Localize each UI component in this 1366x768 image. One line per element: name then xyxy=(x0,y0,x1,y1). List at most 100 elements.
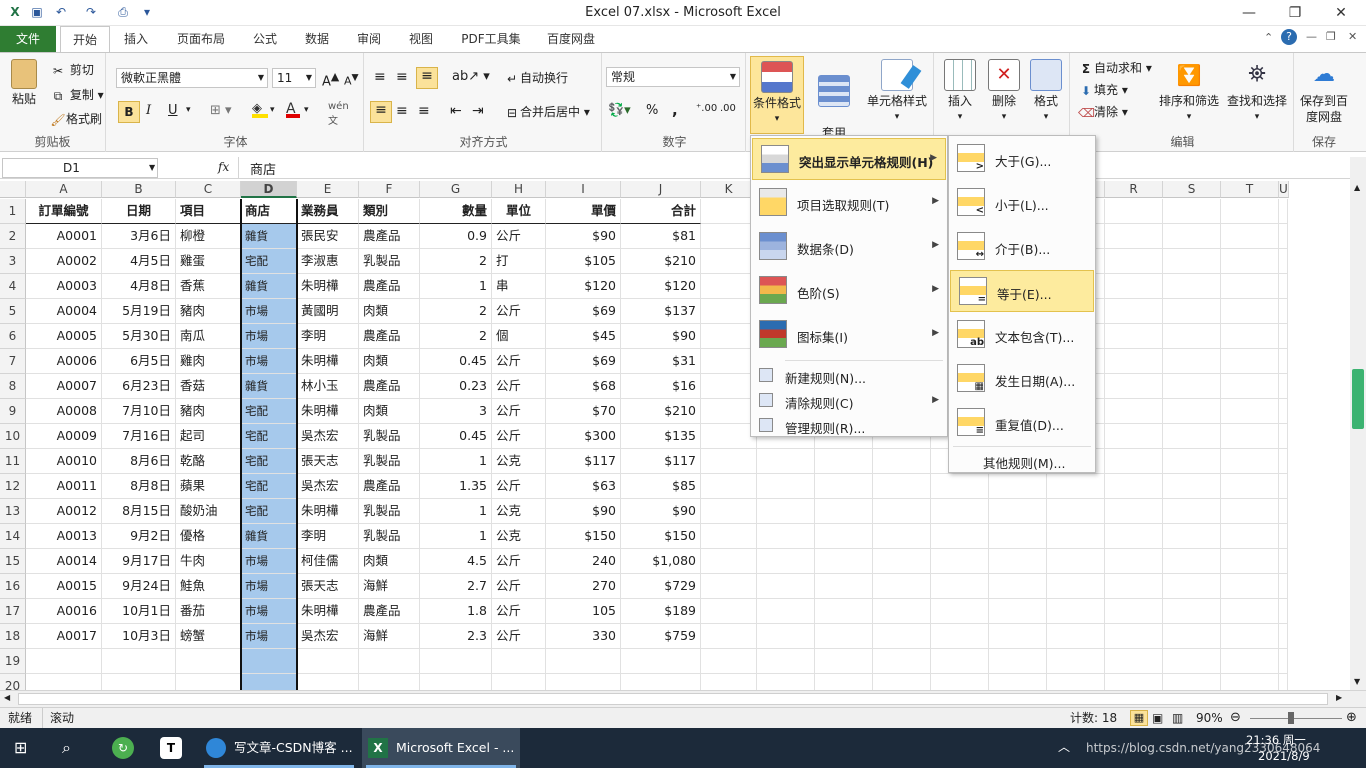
empty-cell[interactable] xyxy=(1047,474,1105,499)
data-cell[interactable]: 宅配 xyxy=(241,474,297,499)
empty-cell[interactable] xyxy=(1105,349,1163,374)
tab-data[interactable]: 数据 xyxy=(298,26,336,52)
clear-button[interactable]: ⌫清除 ▾ xyxy=(1078,103,1128,121)
empty-cell[interactable] xyxy=(931,524,989,549)
empty-cell[interactable] xyxy=(815,549,873,574)
horizontal-scroll-thumb[interactable] xyxy=(18,693,1328,705)
empty-cell[interactable] xyxy=(1221,549,1279,574)
empty-cell[interactable] xyxy=(873,549,931,574)
app-t-icon[interactable]: T xyxy=(160,737,182,759)
font-size-combo[interactable]: 11 ▼ xyxy=(272,68,316,88)
align-top-icon[interactable]: ≡ xyxy=(374,69,386,85)
scroll-up-icon[interactable]: ▲ xyxy=(1354,183,1360,192)
data-cell[interactable]: $189 xyxy=(621,599,701,624)
empty-cell[interactable] xyxy=(1047,599,1105,624)
data-cell[interactable]: A0005 xyxy=(26,324,102,349)
empty-cell[interactable] xyxy=(1279,574,1288,599)
data-cell[interactable]: 優格 xyxy=(176,524,241,549)
data-cell[interactable]: 農產品 xyxy=(359,474,420,499)
empty-cell[interactable] xyxy=(1163,424,1221,449)
data-cell[interactable]: 張天志 xyxy=(297,574,359,599)
data-cell[interactable]: 張天志 xyxy=(297,449,359,474)
data-cell[interactable]: $90 xyxy=(621,499,701,524)
find-select-button[interactable]: ⛯ 查找和选择 ▾ xyxy=(1224,59,1290,125)
column-header-k[interactable]: K xyxy=(701,181,757,198)
data-cell[interactable]: 雜貨 xyxy=(241,274,297,299)
empty-cell[interactable] xyxy=(546,649,621,674)
fill-button[interactable]: ⬇ 填充 ▾ xyxy=(1078,81,1128,99)
merge-center-button[interactable]: ⊟ 合并后居中 ▾ xyxy=(504,103,590,121)
empty-cell[interactable] xyxy=(873,474,931,499)
data-cell[interactable]: 農產品 xyxy=(359,324,420,349)
empty-cell[interactable] xyxy=(1279,249,1288,274)
taskbar-excel[interactable]: X Microsoft Excel - ... xyxy=(362,728,520,768)
data-cell[interactable]: 240 xyxy=(546,549,621,574)
data-cell[interactable]: 1 xyxy=(420,524,492,549)
empty-cell[interactable] xyxy=(1163,274,1221,299)
empty-cell[interactable] xyxy=(815,449,873,474)
data-cell[interactable]: 2 xyxy=(420,324,492,349)
data-cell[interactable]: $105 xyxy=(546,249,621,274)
data-cell[interactable]: 公斤 xyxy=(492,599,546,624)
empty-cell[interactable] xyxy=(1279,224,1288,249)
empty-cell[interactable] xyxy=(757,499,815,524)
empty-cell[interactable] xyxy=(241,674,297,690)
empty-cell[interactable] xyxy=(701,199,757,224)
data-cell[interactable]: 105 xyxy=(546,599,621,624)
empty-cell[interactable] xyxy=(1279,674,1288,690)
taskbar-browser[interactable]: 写文章-CSDN博客 ... xyxy=(200,728,358,768)
empty-cell[interactable] xyxy=(1221,349,1279,374)
data-cell[interactable]: 公克 xyxy=(492,499,546,524)
row-header[interactable]: 8 xyxy=(0,374,26,399)
shrink-font-icon[interactable]: A▼ xyxy=(344,72,359,88)
data-cell[interactable]: 朱明樺 xyxy=(297,499,359,524)
tab-pdf[interactable]: PDF工具集 xyxy=(454,26,528,52)
empty-cell[interactable] xyxy=(931,549,989,574)
data-cell[interactable]: 5月19日 xyxy=(102,299,176,324)
empty-cell[interactable] xyxy=(701,674,757,690)
empty-cell[interactable] xyxy=(492,649,546,674)
data-cell[interactable]: 宅配 xyxy=(241,424,297,449)
empty-cell[interactable] xyxy=(989,674,1047,690)
column-header-i[interactable]: I xyxy=(546,181,621,198)
empty-cell[interactable] xyxy=(757,674,815,690)
empty-cell[interactable] xyxy=(176,674,241,690)
empty-cell[interactable] xyxy=(359,674,420,690)
font-name-combo[interactable]: 微軟正黑體 ▼ xyxy=(116,68,268,88)
data-cell[interactable]: $120 xyxy=(621,274,701,299)
wb-close-icon[interactable]: ✕ xyxy=(1348,30,1357,43)
autosum-button[interactable]: Σ 自动求和 ▾ xyxy=(1078,59,1152,77)
empty-cell[interactable] xyxy=(931,624,989,649)
row-header[interactable]: 6 xyxy=(0,324,26,349)
underline-button[interactable]: U xyxy=(168,103,178,118)
empty-cell[interactable] xyxy=(1279,474,1288,499)
row-header[interactable]: 4 xyxy=(0,274,26,299)
row-header[interactable]: 17 xyxy=(0,599,26,624)
column-header-a[interactable]: A xyxy=(26,181,102,198)
paste-button[interactable]: 粘贴 xyxy=(6,59,42,107)
empty-cell[interactable] xyxy=(815,649,873,674)
data-cell[interactable]: 農產品 xyxy=(359,599,420,624)
data-cell[interactable]: 海鮮 xyxy=(359,624,420,649)
column-header-h[interactable]: H xyxy=(492,181,546,198)
column-header-r[interactable]: R xyxy=(1105,181,1163,198)
row-header[interactable]: 15 xyxy=(0,549,26,574)
data-cell[interactable]: 雞肉 xyxy=(176,349,241,374)
empty-cell[interactable] xyxy=(1279,624,1288,649)
ribbon-collapse-icon[interactable]: ⌃ xyxy=(1264,31,1273,44)
empty-cell[interactable] xyxy=(873,624,931,649)
empty-cell[interactable] xyxy=(1105,299,1163,324)
data-cell[interactable]: 1 xyxy=(420,499,492,524)
empty-cell[interactable] xyxy=(701,649,757,674)
header-cell[interactable]: 訂單編號 xyxy=(26,199,102,224)
data-cell[interactable]: $68 xyxy=(546,374,621,399)
data-cell[interactable]: 柳橙 xyxy=(176,224,241,249)
data-cell[interactable]: $81 xyxy=(621,224,701,249)
empty-cell[interactable] xyxy=(701,499,757,524)
increase-decimal-icon[interactable]: ⁺.00 xyxy=(696,103,717,114)
data-cell[interactable]: 乳製品 xyxy=(359,424,420,449)
data-cell[interactable]: $69 xyxy=(546,349,621,374)
clock-time[interactable]: 21:36 周一 xyxy=(1246,732,1306,748)
formula-input[interactable]: 商店 xyxy=(250,159,276,178)
data-cell[interactable]: 肉類 xyxy=(359,299,420,324)
